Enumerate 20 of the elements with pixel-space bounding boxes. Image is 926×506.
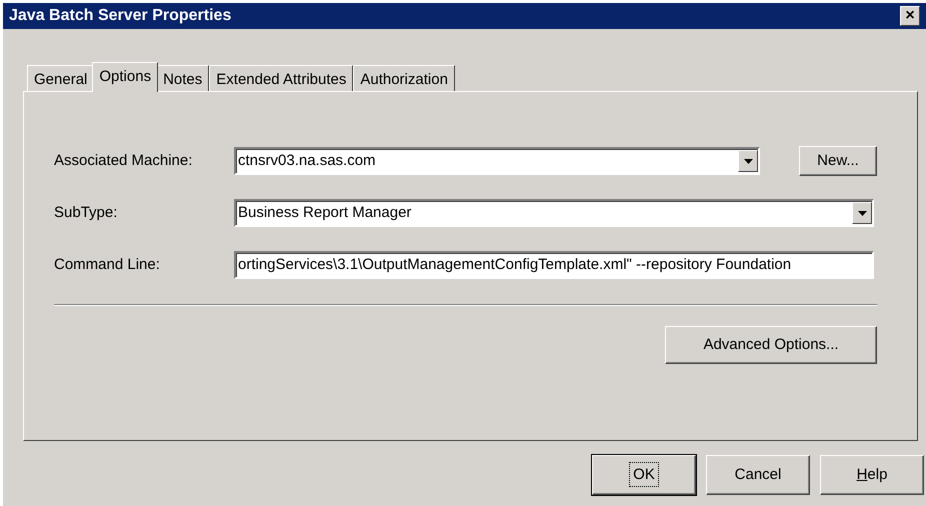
advanced-options-button[interactable]: Advanced Options...	[665, 326, 877, 364]
window-title: Java Batch Server Properties	[9, 6, 232, 26]
dropdown-arrow-icon	[744, 158, 752, 164]
tab[interactable]: Authorization	[353, 65, 455, 91]
tab[interactable]: General	[27, 65, 94, 91]
close-button[interactable]: ×	[900, 6, 920, 26]
tab[interactable]: Extended Attributes	[209, 65, 354, 91]
dialog-button[interactable]: Cancel	[706, 455, 810, 495]
tab[interactable]: Notes	[156, 65, 210, 91]
combo-box[interactable]: Business Report Manager	[234, 199, 874, 227]
field-label: SubType:	[54, 202, 118, 223]
field-label: Command Line:	[54, 254, 161, 275]
combo-box[interactable]: ctnsrv03.na.sas.com	[234, 147, 760, 175]
dialog-button[interactable]: Help	[820, 455, 924, 495]
new-button[interactable]: New...	[799, 146, 877, 176]
dropdown-arrow-icon	[858, 210, 866, 216]
tab[interactable]: Options	[92, 62, 158, 92]
dialog-button[interactable]: OK	[592, 455, 696, 495]
command-line-field[interactable]: ortingServices\3.1\OutputManagementConfigTemplate.xml" --repository Foundation	[234, 251, 874, 279]
field-label: Associated Machine:	[54, 150, 194, 171]
